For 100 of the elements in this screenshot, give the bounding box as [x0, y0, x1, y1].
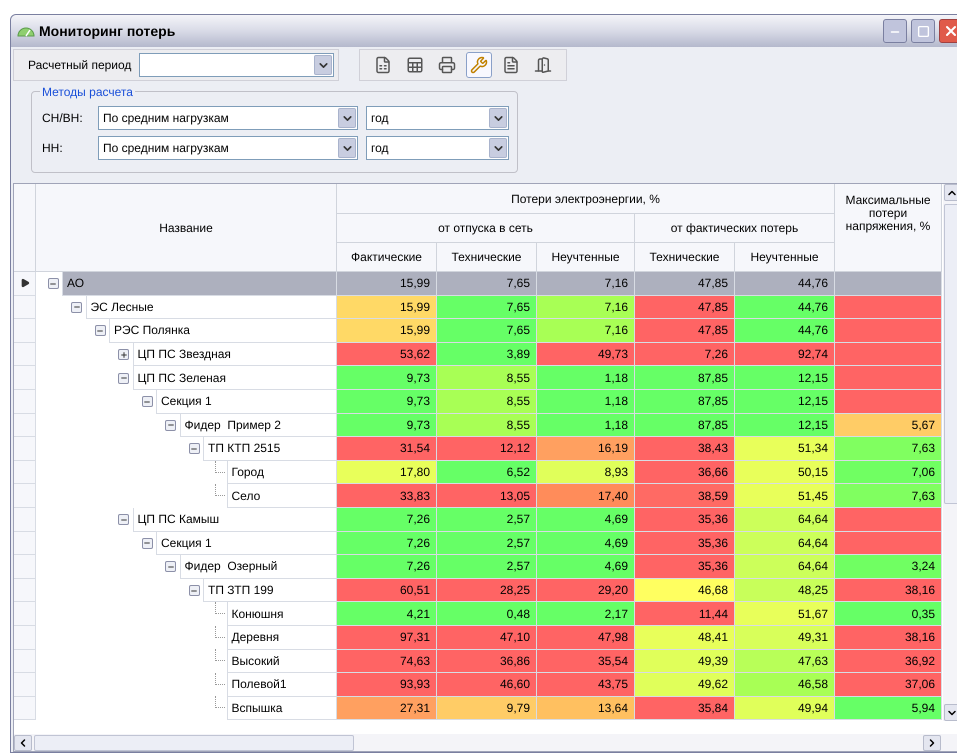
tree-cell[interactable]: Секция 1: [156, 532, 336, 556]
tree-cell[interactable]: Фидер Пример 2: [180, 414, 336, 438]
table-cell: 27,31: [337, 696, 437, 720]
table-cell: 37,06: [835, 673, 942, 697]
table-cell: 0,48: [437, 602, 537, 626]
table-cell: 50,15: [735, 460, 835, 484]
table-cell: 36,86: [437, 650, 537, 674]
tree-cell[interactable]: Фидер Озерный: [180, 555, 336, 579]
table-cell: 8,55: [437, 414, 537, 438]
method-dropdown[interactable]: По средним нагрузкам: [98, 106, 358, 130]
collapse-toggle[interactable]: [142, 396, 152, 408]
table-cell: 35,36: [635, 508, 735, 532]
table-cell: 51,45: [735, 484, 835, 508]
tree-cell[interactable]: ЦП ПС Зеленая: [132, 366, 336, 390]
table-cell: 3,89: [437, 342, 537, 366]
vertical-scrollbar[interactable]: [943, 184, 957, 721]
table-cell: 28,25: [437, 578, 537, 602]
table-cell: 35,36: [635, 532, 735, 556]
table-cell: 53,62: [337, 342, 437, 366]
collapse-toggle[interactable]: [188, 443, 200, 454]
collapse-toggle[interactable]: [142, 538, 152, 549]
collapse-toggle[interactable]: [71, 302, 82, 313]
tree-cell[interactable]: Село: [226, 484, 336, 508]
table-cell: 15,99: [337, 319, 437, 343]
table-cell: 35,36: [635, 555, 735, 579]
column-header[interactable]: Неучтенные: [537, 243, 635, 271]
collapse-toggle[interactable]: [165, 420, 176, 431]
column-header: от фактических потерь: [635, 214, 835, 243]
table-cell: 93,93: [337, 673, 437, 697]
method-dropdown[interactable]: По средним нагрузкам: [98, 136, 358, 160]
column-header[interactable]: Неучтенные: [735, 243, 835, 271]
row-indicator[interactable]: [14, 272, 36, 296]
table-cell: 12,15: [735, 390, 835, 414]
close-icon: [943, 23, 957, 39]
table-cell: 6,52: [437, 460, 537, 484]
minimize-button[interactable]: [883, 19, 907, 43]
table-cell: 8,55: [437, 390, 537, 414]
table-cell: 7,26: [337, 555, 437, 579]
table-cell: 92,74: [735, 342, 835, 366]
scroll-down-button[interactable]: [944, 704, 957, 721]
table-cell: 9,73: [337, 366, 437, 390]
scroll-left-button[interactable]: [14, 734, 32, 750]
plus-icon: [120, 350, 128, 359]
tree-cell[interactable]: Вспышка: [226, 696, 336, 720]
table-cell: 38,16: [835, 578, 942, 602]
column-header[interactable]: Технические: [635, 243, 735, 271]
collapse-toggle[interactable]: [165, 561, 176, 572]
tree-cell[interactable]: Город: [226, 460, 336, 484]
collapse-toggle[interactable]: [188, 585, 200, 596]
collapse-toggle[interactable]: [118, 514, 129, 526]
tree-cell[interactable]: Секция 1: [156, 390, 336, 414]
table-cell: 4,69: [537, 508, 635, 532]
table-cell: 7,16: [537, 296, 635, 320]
horizontal-scrollbar[interactable]: [14, 734, 957, 751]
scroll-up-button[interactable]: [944, 184, 957, 201]
table-cell: 49,31: [735, 626, 835, 650]
maximize-icon: [916, 24, 930, 38]
table-cell: 48,41: [635, 626, 735, 650]
tree-cell[interactable]: ТП ЗТП 199: [203, 578, 336, 602]
tree-cell[interactable]: АО: [62, 272, 336, 296]
maximize-button[interactable]: [911, 19, 935, 43]
table-cell: 46,60: [437, 673, 537, 697]
tree-cell[interactable]: Высокий: [226, 650, 336, 674]
collapse-toggle[interactable]: [48, 278, 58, 290]
collapse-toggle[interactable]: [94, 325, 106, 336]
column-header[interactable]: Максимальные потери напряжения, %: [835, 184, 942, 271]
collapse-toggle[interactable]: [118, 372, 129, 384]
table-cell: 2,17: [537, 602, 635, 626]
tree-cell[interactable]: ЦП ПС Звездная: [132, 342, 336, 366]
interval-dropdown[interactable]: год: [366, 106, 509, 130]
close-button[interactable]: [939, 19, 957, 43]
table-cell: 38,59: [635, 484, 735, 508]
scroll-right-button[interactable]: [923, 734, 941, 750]
table-cell: 17,40: [537, 484, 635, 508]
table-cell: 13,05: [437, 484, 537, 508]
tree-cell[interactable]: Конюшня: [226, 602, 336, 626]
column-header[interactable]: Технические: [437, 243, 537, 271]
table-cell: 3,24: [835, 555, 942, 579]
table-cell: 29,20: [537, 578, 635, 602]
tree-cell[interactable]: Деревня: [226, 626, 336, 650]
table-cell: 64,64: [735, 508, 835, 532]
tree-cell[interactable]: РЭС Полянка: [109, 319, 336, 343]
expand-toggle[interactable]: [118, 349, 129, 360]
tree-cell[interactable]: ЦП ПС Камыш: [132, 508, 336, 532]
table-cell: 4,69: [537, 532, 635, 556]
wrench-button[interactable]: [466, 52, 492, 78]
table-cell: 16,19: [537, 437, 635, 461]
table-cell: 51,34: [735, 437, 835, 461]
table-cell: 49,73: [537, 342, 635, 366]
column-header[interactable]: Фактические: [337, 243, 437, 271]
table-cell: 7,65: [437, 272, 537, 296]
table-cell: 15,99: [337, 296, 437, 320]
tree-cell[interactable]: Полевой1: [226, 673, 336, 697]
table-cell: 74,63: [337, 650, 437, 674]
column-header[interactable]: Название: [36, 184, 337, 271]
interval-dropdown[interactable]: год: [366, 136, 509, 160]
scroll-thumb[interactable]: [944, 204, 957, 504]
scroll-thumb[interactable]: [34, 734, 354, 750]
tree-cell[interactable]: ЭС Лесные: [86, 296, 336, 320]
tree-cell[interactable]: ТП КТП 2515: [203, 437, 336, 461]
